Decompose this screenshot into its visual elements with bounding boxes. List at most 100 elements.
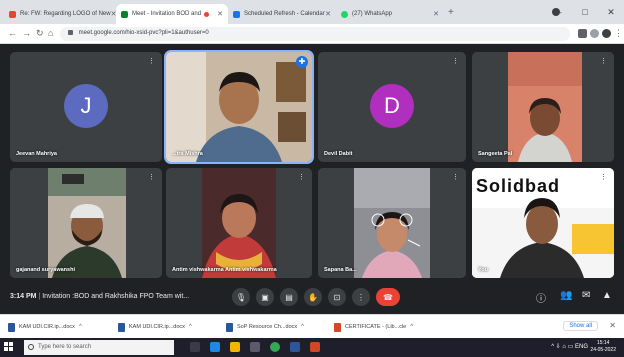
download-filename: CERTIFICATE - (Lib...cle: [345, 324, 407, 330]
banner-text: Solidbad: [476, 176, 560, 196]
download-item[interactable]: KAM UDI.CIR.ip...docx ^: [8, 320, 82, 334]
chevron-up-icon[interactable]: ^: [301, 324, 304, 330]
meeting-details-icon[interactable]: ⓘ: [536, 290, 546, 305]
new-tab-button[interactable]: +: [448, 7, 454, 18]
participant-tile[interactable]: ⋮ Antim vishwakarma Antim vishwakarma: [166, 168, 312, 278]
lock-icon: [68, 30, 73, 35]
participant-tile-self[interactable]: Solidbad ⋮ You: [472, 168, 614, 278]
participant-video: [318, 168, 466, 278]
meeting-time: 3:14 PM: [10, 293, 37, 300]
hand-icon: ✋: [308, 292, 318, 302]
meet-grid: J ⋮ Jeevan Mahriya ✚ ...tra Mishra D ⋮ D…: [0, 44, 624, 314]
word-icon[interactable]: [290, 342, 300, 352]
download-item[interactable]: SoP Resource Ch...docx ^: [226, 320, 304, 334]
url-text: meet.google.com/hio-xsid-pvc?pli=1&authu…: [78, 30, 209, 37]
windows-taskbar: Type here to search ^ ⇩ ⌂ ▭ ENG 15:14 24…: [0, 338, 624, 357]
mic-button[interactable]: 🎙: [232, 288, 250, 306]
chevron-up-icon[interactable]: ^: [410, 324, 413, 330]
chevron-up-icon[interactable]: ^: [79, 324, 82, 330]
present-icon: ⊡: [333, 292, 341, 302]
close-icon[interactable]: ✕: [433, 10, 439, 18]
more-options-icon[interactable]: ⋮: [600, 57, 607, 65]
home-icon[interactable]: ⌂: [48, 28, 53, 38]
participant-tile[interactable]: ⋮ Sangeeta Pal: [472, 52, 614, 162]
tab-meet[interactable]: Meet - Invitation BOD and ✕: [116, 4, 228, 24]
participant-tile[interactable]: ⋮ gajanand suryawanshi: [10, 168, 162, 278]
captions-icon: ▤: [285, 292, 293, 302]
participant-name: Antim vishwakarma Antim vishwakarma: [172, 267, 277, 273]
show-all-button[interactable]: Show all: [563, 321, 598, 331]
search-icon: [28, 344, 34, 350]
taskbar-search-field[interactable]: Type here to search: [24, 340, 174, 355]
tab-label: (27) WhatsApp: [352, 11, 393, 17]
participant-name: ...tra Mishra: [172, 151, 203, 157]
menu-icon[interactable]: ⋮: [614, 28, 623, 39]
tab-whatsapp[interactable]: (27) WhatsApp ✕: [336, 4, 444, 24]
tab-label: Scheduled Refresh - Calendar: [244, 11, 325, 17]
download-item[interactable]: CERTIFICATE - (Lib...cle ^: [334, 320, 413, 334]
more-options-icon[interactable]: ⋮: [148, 173, 155, 181]
minimize-icon[interactable]: –: [546, 7, 572, 17]
participant-video: [166, 168, 312, 278]
tab-gmail[interactable]: Re: FW: Regarding LOGO of New ✕: [4, 4, 116, 24]
file-explorer-icon[interactable]: [230, 342, 240, 352]
more-options-button[interactable]: ⋮: [352, 288, 370, 306]
store-icon[interactable]: [250, 342, 260, 352]
profile-avatar[interactable]: [602, 29, 611, 38]
present-button[interactable]: ⊡: [328, 288, 346, 306]
participant-tile[interactable]: D ⋮ Devil Dabit: [318, 52, 466, 162]
system-tray[interactable]: ^ ⇩ ⌂ ▭ ENG: [551, 343, 588, 350]
downloads-bar: KAM UDI.CIR.ip...docx ^ KAM UDI.CIR.ip..…: [0, 314, 624, 338]
leave-call-button[interactable]: ☎: [376, 288, 400, 306]
camera-icon[interactable]: [578, 29, 587, 38]
participant-tile[interactable]: ⋮ Sapana Ba...: [318, 168, 466, 278]
participant-name: You: [478, 267, 488, 273]
chat-icon[interactable]: ✉: [582, 290, 590, 301]
task-view-icon[interactable]: [190, 342, 200, 352]
powerpoint-icon[interactable]: [310, 342, 320, 352]
more-options-icon[interactable]: ⋮: [148, 57, 155, 65]
calendar-icon: [233, 10, 240, 18]
more-options-icon[interactable]: ⋮: [452, 173, 459, 181]
participant-name: Devil Dabit: [324, 151, 353, 157]
mic-icon: 🎙: [235, 292, 247, 302]
download-item[interactable]: KAM UDI.CIR.ip...docx ^: [118, 320, 192, 334]
close-window-icon[interactable]: ✕: [598, 7, 624, 18]
word-file-icon: [118, 322, 125, 332]
chevron-up-icon[interactable]: ^: [189, 324, 192, 330]
pin-icon[interactable]: ✚: [296, 56, 308, 68]
extensions-icon[interactable]: [590, 29, 599, 38]
captions-button[interactable]: ▤: [280, 288, 298, 306]
windows-start-icon[interactable]: [4, 342, 14, 352]
url-field[interactable]: meet.google.com/hio-xsid-pvc?pli=1&authu…: [60, 27, 570, 41]
people-icon[interactable]: 👥: [560, 290, 572, 301]
participant-video: [166, 52, 312, 162]
taskbar-clock[interactable]: 15:14 24-05-2022: [590, 340, 616, 354]
raise-hand-button[interactable]: ✋: [304, 288, 322, 306]
avatar: J: [64, 84, 108, 128]
close-icon[interactable]: ✕: [325, 10, 331, 18]
more-options-icon[interactable]: ⋮: [298, 173, 305, 181]
word-file-icon: [8, 322, 15, 332]
activities-icon[interactable]: ▲: [602, 290, 612, 301]
edge-icon[interactable]: [210, 342, 220, 352]
download-filename: SoP Resource Ch...docx: [237, 324, 298, 330]
more-options-icon[interactable]: ⋮: [600, 173, 607, 181]
chrome-icon[interactable]: [270, 342, 280, 352]
close-icon[interactable]: ✕: [217, 10, 223, 18]
camera-button[interactable]: ▣: [256, 288, 274, 306]
more-options-icon[interactable]: ⋮: [452, 57, 459, 65]
reload-icon[interactable]: ↻: [36, 28, 44, 39]
window-controls: – □ ✕: [546, 0, 624, 24]
participant-tile[interactable]: J ⋮ Jeevan Mahriya: [10, 52, 162, 162]
address-bar-row: ← → ↻ ⌂ meet.google.com/hio-xsid-pvc?pli…: [0, 24, 624, 44]
back-icon[interactable]: ←: [8, 28, 17, 38]
participant-video: [472, 52, 614, 162]
tab-label: Meet - Invitation BOD and: [132, 11, 202, 17]
maximize-icon[interactable]: □: [572, 7, 598, 17]
browser-tab-strip: Re: FW: Regarding LOGO of New ✕ Meet - I…: [0, 0, 624, 24]
close-icon[interactable]: ✕: [609, 321, 616, 330]
participant-tile-active[interactable]: ✚ ...tra Mishra: [164, 50, 314, 164]
tab-calendar[interactable]: Scheduled Refresh - Calendar ✕: [228, 4, 336, 24]
forward-icon[interactable]: →: [22, 28, 31, 38]
